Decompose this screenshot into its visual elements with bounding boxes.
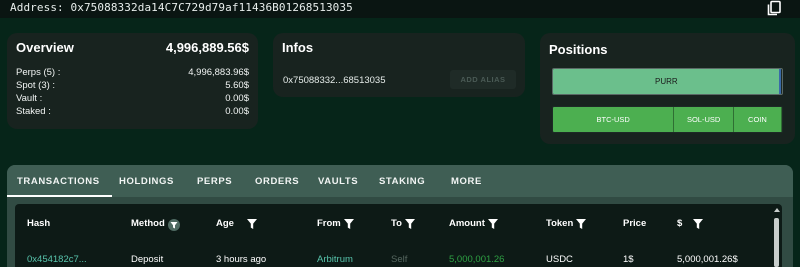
scroll-thumb[interactable] <box>774 218 779 267</box>
cell-price: 1$ <box>623 254 634 265</box>
positions-breakdown-bar: BTC-USD SOL-USD COIN <box>552 106 783 133</box>
header-label: To <box>391 218 402 229</box>
header-to: To <box>391 218 415 229</box>
tab-staking[interactable]: STAKING <box>379 165 425 197</box>
overview-row-label: Perps (5) : <box>16 67 61 78</box>
header-label: Amount <box>449 218 485 229</box>
infos-title: Infos <box>282 40 314 55</box>
filter-icon[interactable] <box>576 218 587 229</box>
cell-age: 3 hours ago <box>216 254 267 265</box>
filter-icon[interactable] <box>487 218 498 229</box>
overview-total: 4,996,889.56$ <box>165 40 249 55</box>
add-alias-button[interactable]: ADD ALIAS <box>450 70 516 89</box>
transactions-table: Hash Method Age From To Amount Token Pri… <box>15 204 782 267</box>
overview-row-label: Vault : <box>16 93 43 104</box>
overview-row-value: 4,996,883.96$ <box>188 67 249 78</box>
overview-row-label: Staked : <box>16 106 51 117</box>
tab-bar: TRANSACTIONS HOLDINGS PERPS ORDERS VAULT… <box>7 165 793 197</box>
filter-icon[interactable] <box>343 218 354 229</box>
positions-title: Positions <box>549 42 608 57</box>
cell-amount: 5,000,001.26 <box>449 254 505 265</box>
header-usd: $ <box>677 218 704 229</box>
overview-card: Overview 4,996,889.56$ Perps (5) : 4,996… <box>7 33 258 129</box>
cell-to: Self <box>391 254 408 265</box>
header-label: $ <box>677 218 683 229</box>
position-segment-coin[interactable]: COIN <box>733 107 782 132</box>
infos-card: Infos 0x75088332...68513035 ADD ALIAS <box>273 33 525 97</box>
tab-more[interactable]: MORE <box>451 165 482 197</box>
tab-orders[interactable]: ORDERS <box>255 165 299 197</box>
table-scrollbar[interactable] <box>773 208 781 267</box>
tab-perps[interactable]: PERPS <box>197 165 232 197</box>
cell-token[interactable]: USDC <box>546 254 573 265</box>
filter-icon[interactable] <box>693 218 704 229</box>
filter-icon[interactable] <box>404 218 415 229</box>
overview-title: Overview <box>16 40 74 55</box>
header-token: Token <box>546 218 587 229</box>
positions-card: Positions PURR BTC-USD SOL-USD COIN <box>540 33 795 144</box>
tab-vaults[interactable]: VAULTS <box>318 165 358 197</box>
copy-icon[interactable] <box>765 0 783 16</box>
purr-bar-edge <box>779 69 781 94</box>
infos-address: 0x75088332...68513035 <box>283 75 386 86</box>
header-label: Price <box>623 218 647 229</box>
cell-hash[interactable]: 0x454182c7... <box>27 254 87 265</box>
position-segment-btc-usd[interactable]: BTC-USD <box>553 107 675 132</box>
filter-icon[interactable] <box>167 218 180 231</box>
overview-row-value: 0.00$ <box>225 106 249 117</box>
purr-position-bar[interactable]: PURR <box>552 68 783 95</box>
header-from: From <box>317 218 354 229</box>
header-label: Token <box>546 218 574 229</box>
wallet-address: Address: 0x75088332da14C7C729d79af11436B… <box>10 1 353 14</box>
overview-row-value: 5.60$ <box>225 80 249 91</box>
purr-fill: PURR <box>553 69 780 94</box>
header-price: Price <box>623 218 646 229</box>
position-segment-sol-usd[interactable]: SOL-USD <box>674 107 734 132</box>
header-label: Age <box>216 218 234 229</box>
filter-icon[interactable] <box>246 218 257 229</box>
header-amount: Amount <box>449 218 498 229</box>
header-label: Hash <box>27 218 51 229</box>
overview-row-label: Spot (3) : <box>16 80 56 91</box>
overview-row-value: 0.00$ <box>225 93 249 104</box>
address-bar: Address: 0x75088332da14C7C729d79af11436B… <box>0 0 800 18</box>
header-method: Method <box>131 218 180 231</box>
header-age: Age <box>216 218 257 229</box>
activity-panel: TRANSACTIONS HOLDINGS PERPS ORDERS VAULT… <box>7 165 793 267</box>
header-label: Method <box>131 218 165 229</box>
tab-holdings[interactable]: HOLDINGS <box>119 165 174 197</box>
tab-transactions[interactable]: TRANSACTIONS <box>7 165 112 197</box>
cell-method: Deposit <box>131 254 164 265</box>
header-label: From <box>317 218 341 229</box>
cell-usd: 5,000,001.26$ <box>677 254 738 265</box>
header-hash: Hash <box>27 218 50 229</box>
cell-from[interactable]: Arbitrum <box>317 254 353 265</box>
scroll-up-arrow-icon[interactable] <box>774 208 780 212</box>
